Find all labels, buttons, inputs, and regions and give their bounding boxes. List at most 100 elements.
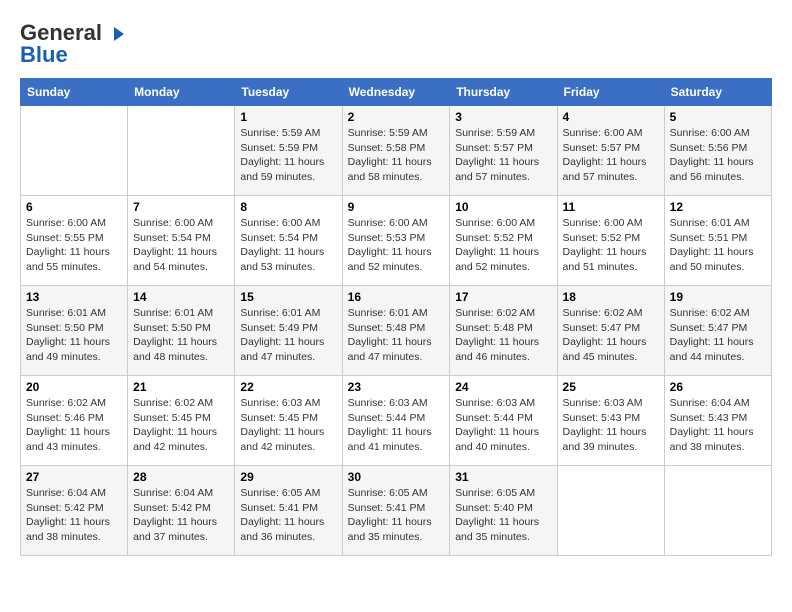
day-number: 25 (563, 380, 659, 394)
weekday-header: Monday (128, 79, 235, 106)
day-number: 1 (240, 110, 336, 124)
day-number: 29 (240, 470, 336, 484)
day-info: Sunrise: 6:03 AM Sunset: 5:44 PM Dayligh… (348, 396, 445, 455)
day-number: 31 (455, 470, 551, 484)
calendar-cell: 10 Sunrise: 6:00 AM Sunset: 5:52 PM Dayli… (450, 196, 557, 286)
day-number: 5 (670, 110, 766, 124)
day-number: 30 (348, 470, 445, 484)
calendar-cell: 23Sunrise: 6:03 AM Sunset: 5:44 PM Dayli… (342, 376, 450, 466)
day-info: Sunrise: 6:00 AM Sunset: 5:56 PM Dayligh… (670, 126, 766, 185)
calendar-week-row: 27 Sunrise: 6:04 AM Sunset: 5:42 PM Dayli… (21, 466, 772, 556)
day-info: Sunrise: 6:01 AM Sunset: 5:48 PM Dayligh… (348, 306, 445, 365)
day-info: Sunrise: 6:01 AM Sunset: 5:50 PM Dayligh… (26, 306, 122, 365)
day-number: 16 (348, 290, 445, 304)
calendar-cell: 16 Sunrise: 6:01 AM Sunset: 5:48 PM Dayli… (342, 286, 450, 376)
calendar-cell: 17 Sunrise: 6:02 AM Sunset: 5:48 PM Dayli… (450, 286, 557, 376)
day-number: 28 (133, 470, 229, 484)
day-info: Sunrise: 6:03 AM Sunset: 5:44 PM Dayligh… (455, 396, 551, 455)
day-info: Sunrise: 6:05 AM Sunset: 5:41 PM Dayligh… (348, 486, 445, 545)
day-number: 2 (348, 110, 445, 124)
weekday-header: Saturday (664, 79, 771, 106)
day-number: 13 (26, 290, 122, 304)
calendar-cell: 20Sunrise: 6:02 AM Sunset: 5:46 PM Dayli… (21, 376, 128, 466)
day-number: 3 (455, 110, 551, 124)
day-number: 19 (670, 290, 766, 304)
day-number: 7 (133, 200, 229, 214)
calendar-week-row: 1 Sunrise: 5:59 AM Sunset: 5:59 PM Daylig… (21, 106, 772, 196)
day-info: Sunrise: 6:03 AM Sunset: 5:45 PM Dayligh… (240, 396, 336, 455)
day-number: 15 (240, 290, 336, 304)
weekday-header: Tuesday (235, 79, 342, 106)
calendar-cell: 5 Sunrise: 6:00 AM Sunset: 5:56 PM Daylig… (664, 106, 771, 196)
calendar-cell (664, 466, 771, 556)
calendar-cell: 7 Sunrise: 6:00 AM Sunset: 5:54 PM Daylig… (128, 196, 235, 286)
logo-icon (110, 25, 128, 43)
day-number: 8 (240, 200, 336, 214)
day-info: Sunrise: 6:02 AM Sunset: 5:47 PM Dayligh… (563, 306, 659, 365)
day-number: 26 (670, 380, 766, 394)
calendar-cell: 12 Sunrise: 6:01 AM Sunset: 5:51 PM Dayli… (664, 196, 771, 286)
day-number: 22 (240, 380, 336, 394)
calendar-cell (128, 106, 235, 196)
day-info: Sunrise: 6:01 AM Sunset: 5:49 PM Dayligh… (240, 306, 336, 365)
day-info: Sunrise: 5:59 AM Sunset: 5:58 PM Dayligh… (348, 126, 445, 185)
day-number: 21 (133, 380, 229, 394)
day-info: Sunrise: 6:01 AM Sunset: 5:51 PM Dayligh… (670, 216, 766, 275)
calendar-header-row: SundayMondayTuesdayWednesdayThursdayFrid… (21, 79, 772, 106)
day-number: 17 (455, 290, 551, 304)
day-info: Sunrise: 6:02 AM Sunset: 5:45 PM Dayligh… (133, 396, 229, 455)
calendar-cell: 19Sunrise: 6:02 AM Sunset: 5:47 PM Dayli… (664, 286, 771, 376)
calendar-cell: 9Sunrise: 6:00 AM Sunset: 5:53 PM Daylig… (342, 196, 450, 286)
calendar-cell: 31 Sunrise: 6:05 AM Sunset: 5:40 PM Dayli… (450, 466, 557, 556)
day-info: Sunrise: 6:00 AM Sunset: 5:54 PM Dayligh… (240, 216, 336, 275)
calendar-cell: 1 Sunrise: 5:59 AM Sunset: 5:59 PM Daylig… (235, 106, 342, 196)
calendar-cell: 3Sunrise: 5:59 AM Sunset: 5:57 PM Daylig… (450, 106, 557, 196)
calendar-cell: 28 Sunrise: 6:04 AM Sunset: 5:42 PM Dayli… (128, 466, 235, 556)
day-info: Sunrise: 6:04 AM Sunset: 5:42 PM Dayligh… (26, 486, 122, 545)
day-info: Sunrise: 6:00 AM Sunset: 5:55 PM Dayligh… (26, 216, 122, 275)
day-number: 9 (348, 200, 445, 214)
calendar-cell: 21 Sunrise: 6:02 AM Sunset: 5:45 PM Dayli… (128, 376, 235, 466)
day-number: 10 (455, 200, 551, 214)
day-info: Sunrise: 6:05 AM Sunset: 5:41 PM Dayligh… (240, 486, 336, 545)
day-info: Sunrise: 6:04 AM Sunset: 5:43 PM Dayligh… (670, 396, 766, 455)
calendar-cell: 6 Sunrise: 6:00 AM Sunset: 5:55 PM Daylig… (21, 196, 128, 286)
day-number: 18 (563, 290, 659, 304)
day-number: 24 (455, 380, 551, 394)
day-number: 12 (670, 200, 766, 214)
day-info: Sunrise: 6:00 AM Sunset: 5:54 PM Dayligh… (133, 216, 229, 275)
day-info: Sunrise: 6:05 AM Sunset: 5:40 PM Dayligh… (455, 486, 551, 545)
calendar-cell: 13 Sunrise: 6:01 AM Sunset: 5:50 PM Dayli… (21, 286, 128, 376)
day-info: Sunrise: 6:00 AM Sunset: 5:57 PM Dayligh… (563, 126, 659, 185)
calendar-cell: 29 Sunrise: 6:05 AM Sunset: 5:41 PM Dayli… (235, 466, 342, 556)
weekday-header: Wednesday (342, 79, 450, 106)
calendar-week-row: 6 Sunrise: 6:00 AM Sunset: 5:55 PM Daylig… (21, 196, 772, 286)
calendar-week-row: 13 Sunrise: 6:01 AM Sunset: 5:50 PM Dayli… (21, 286, 772, 376)
day-info: Sunrise: 6:02 AM Sunset: 5:46 PM Dayligh… (26, 396, 122, 455)
calendar-cell: 26 Sunrise: 6:04 AM Sunset: 5:43 PM Dayli… (664, 376, 771, 466)
day-info: Sunrise: 6:01 AM Sunset: 5:50 PM Dayligh… (133, 306, 229, 365)
calendar-cell: 4 Sunrise: 6:00 AM Sunset: 5:57 PM Daylig… (557, 106, 664, 196)
page-header: General Blue (20, 20, 772, 68)
day-info: Sunrise: 6:00 AM Sunset: 5:52 PM Dayligh… (455, 216, 551, 275)
calendar-table: SundayMondayTuesdayWednesdayThursdayFrid… (20, 78, 772, 556)
weekday-header: Friday (557, 79, 664, 106)
calendar-cell: 8 Sunrise: 6:00 AM Sunset: 5:54 PM Daylig… (235, 196, 342, 286)
day-number: 4 (563, 110, 659, 124)
day-info: Sunrise: 6:04 AM Sunset: 5:42 PM Dayligh… (133, 486, 229, 545)
weekday-header: Sunday (21, 79, 128, 106)
day-number: 14 (133, 290, 229, 304)
calendar-cell: 25Sunrise: 6:03 AM Sunset: 5:43 PM Dayli… (557, 376, 664, 466)
day-number: 27 (26, 470, 122, 484)
calendar-week-row: 20Sunrise: 6:02 AM Sunset: 5:46 PM Dayli… (21, 376, 772, 466)
day-info: Sunrise: 6:02 AM Sunset: 5:48 PM Dayligh… (455, 306, 551, 365)
calendar-cell: 2 Sunrise: 5:59 AM Sunset: 5:58 PM Daylig… (342, 106, 450, 196)
calendar-cell (21, 106, 128, 196)
calendar-cell: 15 Sunrise: 6:01 AM Sunset: 5:49 PM Dayli… (235, 286, 342, 376)
day-number: 6 (26, 200, 122, 214)
calendar-cell: 14 Sunrise: 6:01 AM Sunset: 5:50 PM Dayli… (128, 286, 235, 376)
calendar-cell: 22 Sunrise: 6:03 AM Sunset: 5:45 PM Dayli… (235, 376, 342, 466)
logo: General Blue (20, 20, 128, 68)
day-info: Sunrise: 5:59 AM Sunset: 5:59 PM Dayligh… (240, 126, 336, 185)
day-info: Sunrise: 6:00 AM Sunset: 5:52 PM Dayligh… (563, 216, 659, 275)
